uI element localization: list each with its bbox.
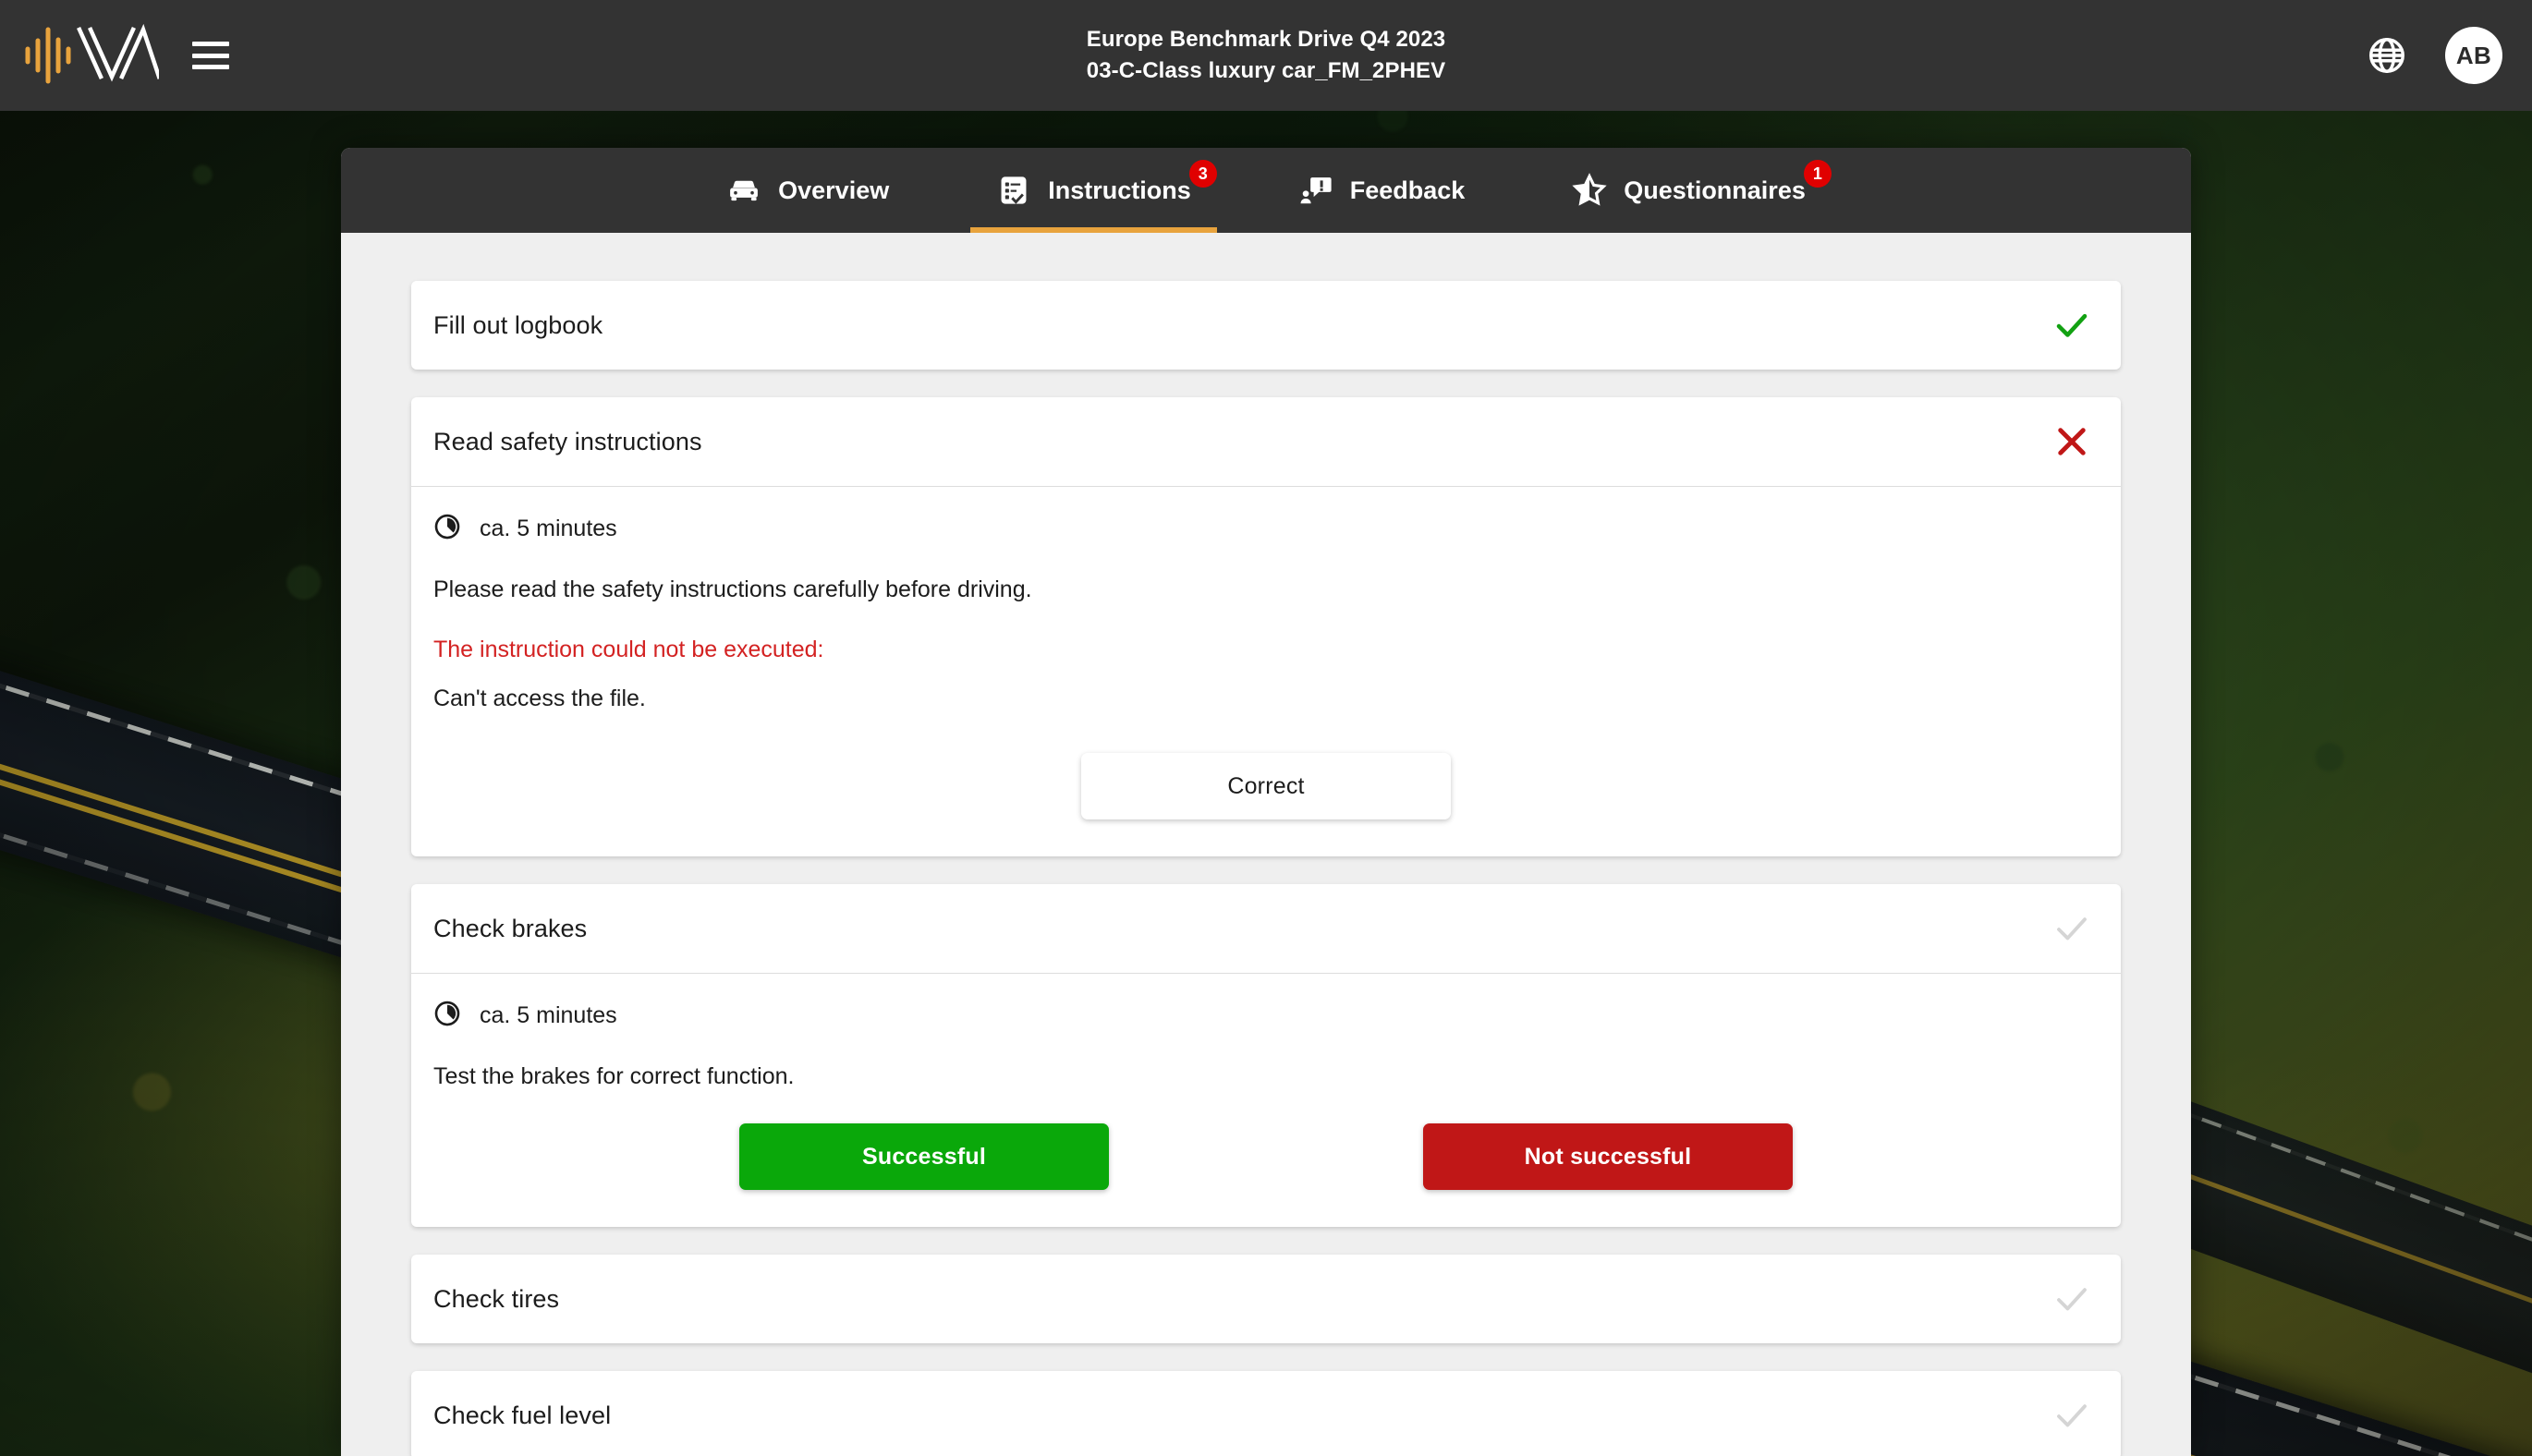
car-icon (726, 173, 761, 208)
instruction-header-fill-out-logbook[interactable]: Fill out logbook (411, 281, 2121, 370)
instruction-card-check-brakes: Check brakes ca. 5 minutes Test the brak… (411, 884, 2121, 1227)
tab-bar: Overview Instructions 3 Feedback Questio… (341, 148, 2191, 233)
clock-icon (433, 1000, 461, 1032)
tab-questionnaires-text: Questionnaires (1624, 176, 1806, 204)
star-icon (1572, 173, 1607, 208)
instruction-button-row: Correct (433, 753, 2099, 819)
instruction-description: Please read the safety instructions care… (433, 576, 1032, 602)
menu-bar-1 (192, 42, 229, 46)
instruction-card-check-tires: Check tires (411, 1255, 2121, 1343)
status-check-icon-pending (2051, 1280, 2093, 1318)
feedback-icon (1298, 173, 1333, 208)
tab-questionnaires-label: Questionnaires 1 (1624, 159, 1832, 205)
instruction-body-read-safety-instructions: ca. 5 minutes Please read the safety ins… (411, 486, 2121, 856)
top-bar-tools: AB (2366, 27, 2502, 84)
tab-overview-label: Overview (778, 176, 890, 204)
not-successful-button[interactable]: Not successful (1423, 1123, 1793, 1190)
tab-feedback-label: Feedback (1349, 176, 1466, 204)
status-check-icon-done (2051, 306, 2093, 345)
instruction-card-read-safety-instructions: Read safety instructions ca. 5 minutes P… (411, 397, 2121, 856)
successful-button[interactable]: Successful (739, 1123, 1109, 1190)
tab-questionnaires[interactable]: Questionnaires 1 (1518, 148, 1859, 233)
duration-row: ca. 5 minutes (433, 513, 2099, 545)
top-bar: Europe Benchmark Drive Q4 2023 03-C-Clas… (0, 0, 2532, 111)
menu-icon[interactable] (192, 42, 229, 69)
instruction-button-row: Successful Not successful (433, 1123, 2099, 1190)
instruction-header-check-brakes[interactable]: Check brakes (411, 884, 2121, 973)
duration-row: ca. 5 minutes (433, 1000, 2099, 1032)
duration-text: ca. 5 minutes (480, 1002, 617, 1028)
instruction-title: Fill out logbook (433, 310, 603, 339)
menu-bar-2 (192, 53, 229, 58)
instruction-title: Check brakes (433, 914, 588, 942)
instruction-header-check-fuel-level[interactable]: Check fuel level (411, 1371, 2121, 1456)
status-check-icon-pending (2051, 1396, 2093, 1435)
content-panel: Overview Instructions 3 Feedback Questio… (341, 148, 2191, 1456)
instruction-title: Read safety instructions (433, 427, 702, 455)
tab-feedback[interactable]: Feedback (1245, 148, 1519, 233)
instruction-header-check-tires[interactable]: Check tires (411, 1255, 2121, 1343)
duration-text: ca. 5 minutes (480, 516, 617, 541)
instruction-header-read-safety-instructions[interactable]: Read safety instructions (411, 397, 2121, 486)
tab-overview[interactable]: Overview (673, 148, 943, 233)
correct-button[interactable]: Correct (1081, 753, 1451, 819)
checklist-icon (996, 173, 1031, 208)
instruction-card-fill-out-logbook: Fill out logbook (411, 281, 2121, 370)
instruction-title: Check tires (433, 1284, 560, 1313)
instruction-list: Fill out logbook Read safety instruction… (341, 233, 2191, 1456)
tab-questionnaires-badge: 1 (1803, 159, 1832, 188)
status-x-icon-failed (2051, 422, 2093, 461)
tab-instructions-label: Instructions 3 (1048, 159, 1217, 205)
title-line-2: 03-C-Class luxury car_FM_2PHEV (1086, 58, 1446, 83)
globe-icon[interactable] (2366, 34, 2408, 77)
app-logo[interactable] (20, 23, 159, 88)
tab-instructions-text: Instructions (1048, 176, 1191, 204)
instruction-error-detail: Can't access the file. (433, 686, 646, 711)
page-title: Europe Benchmark Drive Q4 2023 03-C-Clas… (1087, 24, 1446, 87)
clock-icon (433, 513, 461, 545)
instruction-title: Check fuel level (433, 1401, 612, 1429)
avatar[interactable]: AB (2445, 27, 2502, 84)
instruction-description: Test the brakes for correct function. (433, 1063, 795, 1089)
instruction-card-check-fuel-level: Check fuel level (411, 1371, 2121, 1456)
wave-logo-icon (25, 23, 159, 84)
tab-instructions-badge: 3 (1188, 159, 1217, 188)
tab-instructions[interactable]: Instructions 3 (943, 148, 1245, 233)
status-check-icon-pending (2051, 909, 2093, 948)
instruction-body-check-brakes: ca. 5 minutes Test the brakes for correc… (411, 973, 2121, 1227)
instruction-error-title: The instruction could not be executed: (433, 637, 824, 662)
title-line-1: Europe Benchmark Drive Q4 2023 (1086, 26, 1446, 52)
menu-bar-3 (192, 65, 229, 69)
